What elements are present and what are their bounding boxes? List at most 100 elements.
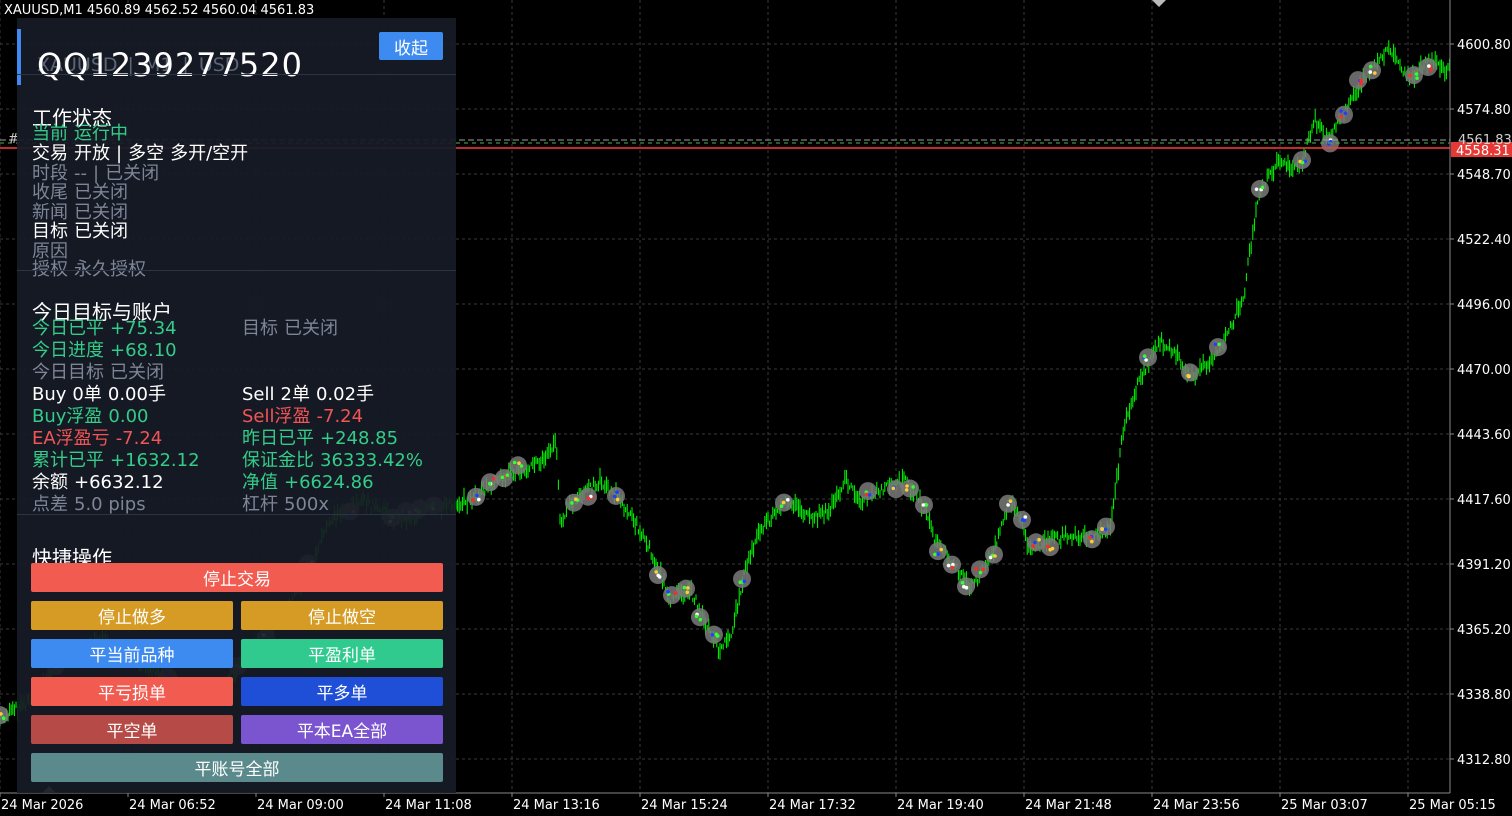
total-row: 累计已平 +1632.12: [32, 451, 206, 471]
margin-row: 保证金比 36333.42%: [242, 451, 429, 471]
yesterday-value: +248.85: [320, 428, 399, 449]
progress-row: 今日进度 +68.10: [32, 341, 183, 361]
trade-marker-dot: [946, 563, 951, 568]
price-tick-label: 4365.20: [1457, 623, 1511, 638]
leverage-row: 杠杆 500x: [242, 495, 335, 515]
balance-row: 余额 +6632.12: [32, 473, 170, 493]
status-news-label: 新闻: [32, 202, 68, 223]
status-current-value: 运行中: [74, 123, 128, 144]
time-tick-label: 24 Mar 13:16: [513, 798, 600, 813]
time-tick-label: 24 Mar 19:40: [897, 798, 984, 813]
time-tick-label: 24 Mar 23:56: [1153, 798, 1240, 813]
buy-count: 0单: [72, 384, 102, 405]
trade-marker-dot: [891, 486, 896, 491]
trade-marker-dot: [1213, 342, 1218, 347]
trade-marker-halo: [1083, 530, 1101, 549]
close-loss-button[interactable]: 平亏损单: [31, 677, 233, 706]
total-label: 累计已平: [32, 450, 104, 471]
trade-marker-dot: [981, 567, 985, 572]
trade-marker-dot: [654, 570, 658, 574]
trade-marker-dot: [921, 503, 926, 507]
trade-marker-halo: [859, 482, 877, 501]
status-close-value: 已关闭: [74, 182, 128, 203]
trade-marker-dot: [864, 492, 869, 497]
trade-marker-dot: [1100, 527, 1104, 531]
trade-marker-dot: [978, 570, 983, 575]
buy-lots: 0.00手: [107, 384, 166, 405]
balance-label: 余额: [32, 472, 68, 493]
trade-marker-dot: [574, 497, 578, 502]
trade-marker-dot: [657, 575, 662, 579]
close-short-button[interactable]: 平空单: [31, 715, 233, 744]
progress-label: 今日进度: [32, 340, 104, 361]
price-tick-label: 4391.20: [1457, 558, 1511, 573]
trade-marker-dot: [933, 552, 937, 557]
close-account-all-button[interactable]: 平账号全部: [31, 753, 443, 782]
trade-marker-dot: [685, 590, 690, 595]
status-session-state: 已关闭: [105, 163, 160, 184]
sell-label: Sell: [242, 384, 275, 405]
trade-marker-dot: [686, 586, 690, 590]
leverage-label: 杠杆: [242, 494, 278, 515]
trade-marker-dot: [1339, 109, 1343, 113]
price-tick-label: 4417.60: [1457, 493, 1511, 508]
status-close-label: 收尾: [32, 182, 68, 203]
separator: |: [93, 163, 100, 184]
trade-marker-dot: [1006, 503, 1010, 507]
trade-marker-dot: [1343, 111, 1348, 115]
price-tick-label: 4548.70: [1457, 168, 1511, 183]
status-session-value: --: [74, 163, 87, 184]
status-target-value: 已关闭: [74, 221, 128, 242]
trade-marker-halo: [1209, 338, 1227, 357]
price-tick-label: 4496.00: [1457, 298, 1511, 313]
panel-accent-bar: [17, 29, 21, 85]
trade-marker-dot: [1103, 527, 1108, 532]
status-trade-row: 交易 开放 | 多空 多开/空开: [32, 144, 254, 164]
today-target-row: 今日目标 已关闭: [32, 363, 170, 383]
status-target-row: 目标 已关闭: [32, 222, 134, 242]
stop-trading-button[interactable]: 停止交易: [31, 563, 443, 592]
trade-marker-dot: [905, 484, 909, 488]
sell-float-label: Sell浮盈: [242, 406, 311, 427]
sell-count: 2单: [280, 384, 310, 405]
trade-marker-dot: [1339, 115, 1343, 119]
stop-short-button[interactable]: 停止做空: [241, 601, 443, 630]
time-tick-label: 24 Mar 21:48: [1025, 798, 1112, 813]
trade-marker-dot: [615, 490, 619, 495]
trade-marker-dot: [714, 632, 719, 637]
time-axis-labels: 24 Mar 2026 24 Mar 06:52 24 Mar 09:00 24 Ma…: [0, 793, 1496, 813]
buy-label: Buy: [32, 384, 67, 405]
account-target-row: 目标 已关闭: [242, 319, 344, 339]
trade-marker-dot: [1023, 515, 1028, 519]
trade-marker-dot: [694, 614, 699, 619]
close-symbol-button[interactable]: 平当前品种: [31, 639, 233, 668]
trade-marker-halo: [1335, 105, 1353, 124]
status-current-label: 当前: [32, 123, 68, 144]
collapse-button[interactable]: 收起: [379, 32, 443, 60]
time-tick-label: 24 Mar 11:08: [385, 798, 472, 813]
status-session-row: 时段 -- | 已关闭: [32, 164, 165, 184]
trade-marker-dot: [904, 488, 909, 492]
status-session-label: 时段: [32, 163, 68, 184]
trade-marker-dot: [1046, 544, 1050, 549]
balance-value: +6632.12: [74, 472, 164, 493]
stop-long-button[interactable]: 停止做多: [31, 601, 233, 630]
close-long-button[interactable]: 平多单: [241, 677, 443, 706]
trade-marker-halo: [495, 469, 513, 488]
close-ea-all-button[interactable]: 平本EA全部: [241, 715, 443, 744]
status-trade-value: 开放: [74, 143, 110, 164]
buy-float-value: 0.00: [108, 406, 149, 427]
trade-marker-dot: [1031, 544, 1036, 548]
trade-marker-halo: [971, 560, 989, 579]
price-tick-label: 4443.60: [1457, 428, 1511, 443]
trade-marker-dot: [1008, 499, 1013, 504]
status-news-row: 新闻 已关闭: [32, 203, 134, 223]
ea-control-panel: XAUUSD | M1 | USD QQ1239277520 收起 工作状态 当前 运行中…: [17, 18, 456, 793]
close-profit-button[interactable]: 平盈利单: [241, 639, 443, 668]
trade-marker-dot: [517, 461, 521, 466]
margin-value: 36333.42%: [320, 450, 423, 471]
sell-float-value: -7.24: [316, 406, 364, 427]
price-tick-label: 4522.40: [1457, 233, 1511, 248]
trade-marker-dot: [950, 565, 955, 570]
trade-marker-dot: [1427, 64, 1431, 68]
